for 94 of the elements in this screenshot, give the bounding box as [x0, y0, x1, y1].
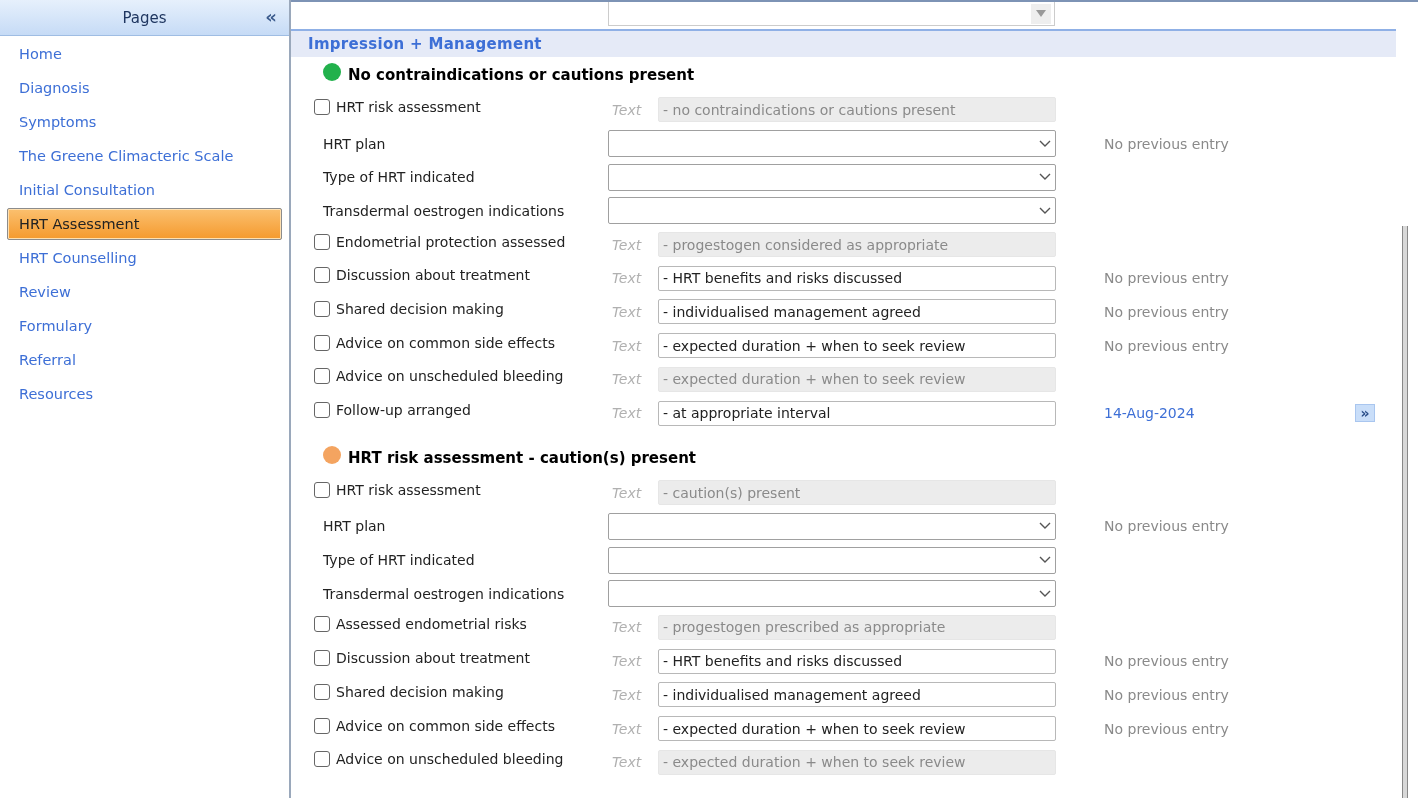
dropdown-field[interactable]: [608, 512, 1056, 540]
sidebar-item[interactable]: Resources: [7, 378, 282, 410]
checkbox[interactable]: [314, 402, 330, 419]
sidebar-item[interactable]: Review: [7, 276, 282, 308]
text-field[interactable]: - individualised management agreed: [658, 299, 1056, 325]
previous-entry-note: No previous entry: [1104, 720, 1229, 737]
sidebar-item[interactable]: Diagnosis: [7, 72, 282, 104]
sidebar-item[interactable]: Home: [7, 38, 282, 70]
text-field[interactable]: - HRT benefits and risks discussed: [658, 648, 1056, 674]
sidebar-item[interactable]: HRT Counselling: [7, 242, 282, 274]
text-hint: Text: [611, 653, 643, 670]
text-hint: Text: [611, 371, 643, 388]
checkbox-label: HRT risk assessment: [336, 98, 481, 115]
dropdown-field[interactable]: [608, 2, 1055, 26]
checkbox[interactable]: [314, 683, 330, 700]
field-label: Type of HRT indicated: [323, 552, 475, 569]
checkbox-label: Advice on common side effects: [336, 717, 555, 734]
scrollbar[interactable]: [1402, 226, 1408, 798]
checkbox[interactable]: [314, 368, 330, 385]
text-hint: Text: [611, 303, 643, 320]
checkbox[interactable]: [314, 300, 330, 317]
field-label: HRT plan: [323, 135, 386, 152]
dropdown-field[interactable]: [608, 546, 1056, 574]
text-hint: Text: [611, 619, 643, 636]
checkbox-label: Follow-up arranged: [336, 402, 471, 419]
dropdown-field[interactable]: [608, 197, 1056, 225]
text-field[interactable]: - progestogen prescribed as appropriate: [658, 614, 1056, 640]
checkbox[interactable]: [314, 481, 330, 498]
sidebar-item[interactable]: Referral: [7, 344, 282, 376]
dropdown-button[interactable]: [1031, 3, 1051, 24]
sidebar-item[interactable]: HRT Assessment: [7, 208, 282, 240]
next-button[interactable]: »: [1355, 404, 1375, 423]
previous-entry-note: No previous entry: [1104, 686, 1229, 703]
dropdown-field[interactable]: [608, 163, 1056, 191]
text-hint: Text: [611, 337, 643, 354]
previous-entry-note: No previous entry: [1104, 518, 1229, 535]
text-field[interactable]: - HRT benefits and risks discussed: [658, 265, 1056, 291]
checkbox-label: Discussion about treatment: [336, 267, 530, 284]
sidebar-item[interactable]: Formulary: [7, 310, 282, 342]
text-hint: Text: [611, 236, 643, 253]
group-title: HRT risk assessment - caution(s) present: [348, 448, 696, 467]
checkbox-label: Shared decision making: [336, 683, 504, 700]
dropdown-field[interactable]: [608, 580, 1056, 608]
text-field[interactable]: - expected duration + when to seek review: [658, 749, 1056, 775]
text-field[interactable]: - individualised management agreed: [658, 682, 1056, 708]
text-field[interactable]: - progestogen considered as appropriate: [658, 232, 1056, 258]
field-label: Type of HRT indicated: [323, 169, 475, 186]
checkbox[interactable]: [314, 233, 330, 250]
field-label: Transdermal oestrogen indications: [323, 202, 565, 219]
checkbox[interactable]: [314, 650, 330, 667]
checkbox-label: Discussion about treatment: [336, 650, 530, 667]
previous-entry-note: No previous entry: [1104, 337, 1229, 354]
field-label: HRT plan: [323, 518, 386, 535]
checkbox-label: Advice on unscheduled bleeding: [336, 751, 564, 768]
checkbox[interactable]: [314, 751, 330, 768]
text-field[interactable]: - no contraindications or cautions present: [658, 97, 1056, 123]
checkbox[interactable]: [314, 98, 330, 115]
checkbox-label: Shared decision making: [336, 300, 504, 317]
previous-entry-note: No previous entry: [1104, 135, 1229, 152]
dropdown-arrow-icon: [1036, 10, 1046, 17]
date-link[interactable]: 14-Aug-2024: [1104, 405, 1195, 422]
collapse-button[interactable]: «: [263, 7, 279, 27]
text-hint: Text: [611, 270, 643, 287]
sidebar-item[interactable]: Initial Consultation: [7, 174, 282, 206]
text-field[interactable]: - expected duration + when to seek review: [658, 716, 1056, 742]
text-hint: Text: [611, 754, 643, 771]
dropdown-field[interactable]: [608, 130, 1056, 158]
text-field[interactable]: - at appropriate interval: [658, 400, 1056, 426]
previous-entry-note: No previous entry: [1104, 270, 1229, 287]
checkbox-label: Endometrial protection assessed: [336, 233, 566, 250]
checkbox-label: Advice on common side effects: [336, 334, 555, 351]
text-hint: Text: [611, 101, 643, 118]
field-label: Transdermal oestrogen indications: [323, 585, 565, 602]
text-hint: Text: [611, 686, 643, 703]
text-field[interactable]: - expected duration + when to seek review: [658, 366, 1056, 392]
text-hint: Text: [611, 720, 643, 737]
text-hint: Text: [611, 484, 643, 501]
text-hint: Text: [611, 405, 643, 422]
checkbox[interactable]: [314, 616, 330, 633]
checkbox[interactable]: [314, 267, 330, 284]
text-field[interactable]: - expected duration + when to seek review: [658, 333, 1056, 359]
previous-entry-note: No previous entry: [1104, 653, 1229, 670]
checkbox[interactable]: [314, 717, 330, 734]
previous-entry-note: No previous entry: [1104, 303, 1229, 320]
checkbox-label: Advice on unscheduled bleeding: [336, 368, 564, 385]
text-field[interactable]: - caution(s) present: [658, 480, 1056, 506]
section-title: Impression + Management: [308, 35, 542, 53]
checkbox-label: Assessed endometrial risks: [336, 616, 527, 633]
checkbox[interactable]: [314, 334, 330, 351]
checkbox-label: HRT risk assessment: [336, 481, 481, 498]
sidebar-item[interactable]: Symptoms: [7, 106, 282, 138]
sidebar-item[interactable]: The Greene Climacteric Scale: [7, 140, 282, 172]
sidebar-title: Pages: [122, 8, 167, 27]
group-title: No contraindications or cautions present: [348, 66, 695, 84]
